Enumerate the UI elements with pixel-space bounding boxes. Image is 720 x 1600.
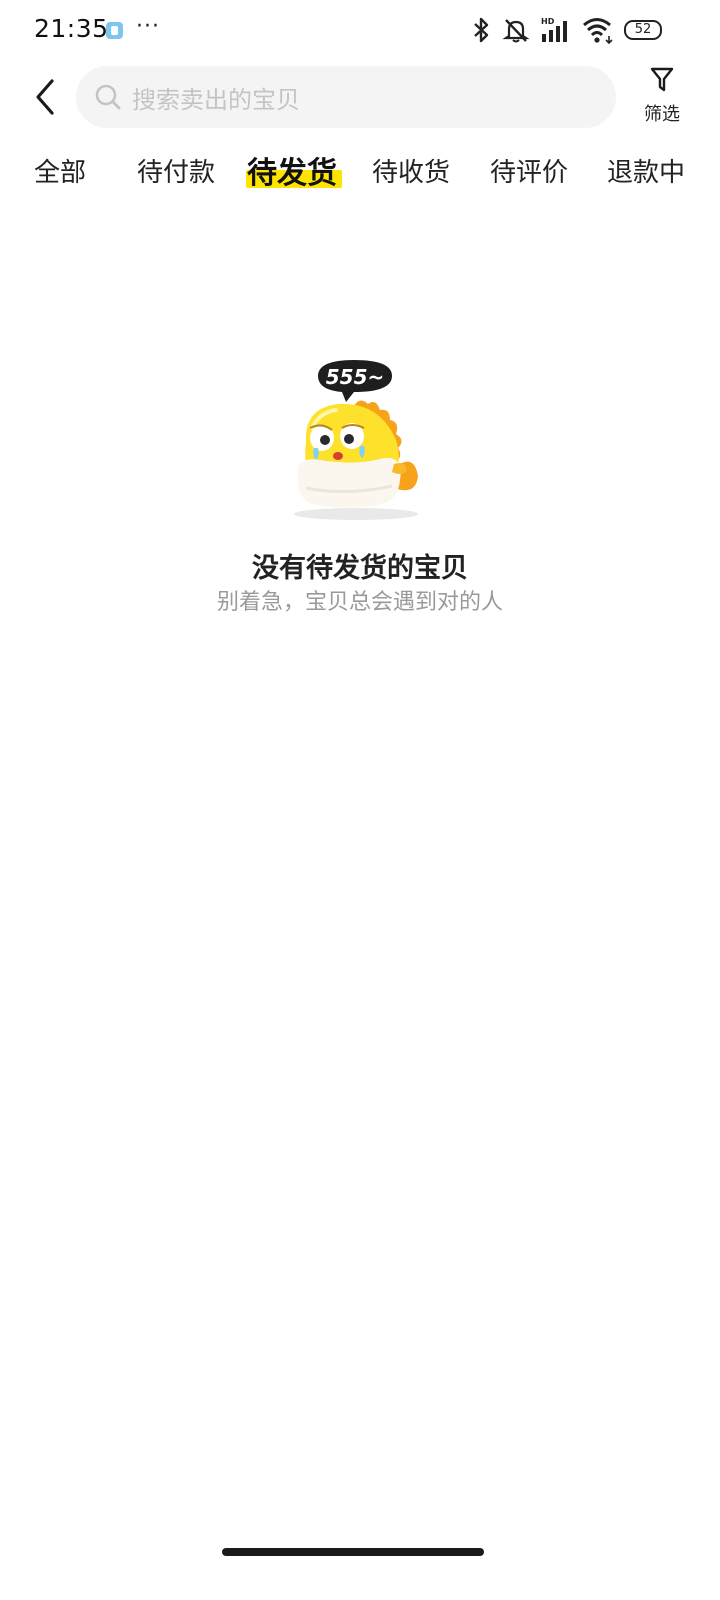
back-button[interactable]: [24, 72, 66, 122]
back-chevron-icon: [36, 79, 54, 115]
filter-icon: [650, 67, 674, 92]
empty-state-title: 没有待发货的宝贝: [252, 553, 468, 584]
empty-state-subtitle: 别着急，宝贝总会遇到对的人: [216, 590, 503, 615]
battery-icon: 52: [624, 20, 662, 40]
tab-pending-receipt[interactable]: 待收货: [372, 152, 450, 189]
status-time: 21:35: [34, 14, 109, 43]
filter-button[interactable]: 筛选: [636, 66, 688, 130]
hd-signal-icon: HD: [541, 17, 567, 42]
status-icons: HD: [470, 15, 614, 45]
app-notification-icon: [106, 22, 123, 39]
bubble-text: 555~: [326, 365, 385, 389]
status-more-icon: ···: [136, 14, 160, 39]
svg-text:HD: HD: [541, 17, 555, 26]
tab-refunding[interactable]: 退款中: [607, 152, 685, 189]
search-placeholder: 搜索卖出的宝贝: [132, 85, 300, 114]
wifi-icon: [583, 18, 613, 44]
tab-pending-shipment[interactable]: 待发货: [247, 148, 337, 192]
search-icon: [95, 84, 121, 110]
tab-pending-review[interactable]: 待评价: [490, 152, 568, 189]
bluetooth-icon: [474, 17, 489, 43]
filter-label: 筛选: [644, 104, 680, 125]
order-status-tabs: 全部 待付款 待发货 待收货 待评价 退款中: [0, 144, 720, 200]
mute-icon: [502, 19, 530, 43]
tab-pending-payment[interactable]: 待付款: [137, 152, 215, 189]
search-input[interactable]: 搜索卖出的宝贝: [76, 66, 616, 128]
crying-fish-mascot-icon: 555~: [294, 360, 418, 520]
tab-all[interactable]: 全部: [34, 152, 86, 189]
home-indicator[interactable]: [222, 1548, 484, 1556]
status-bar: 21:35 ··· HD 52: [0, 0, 720, 60]
